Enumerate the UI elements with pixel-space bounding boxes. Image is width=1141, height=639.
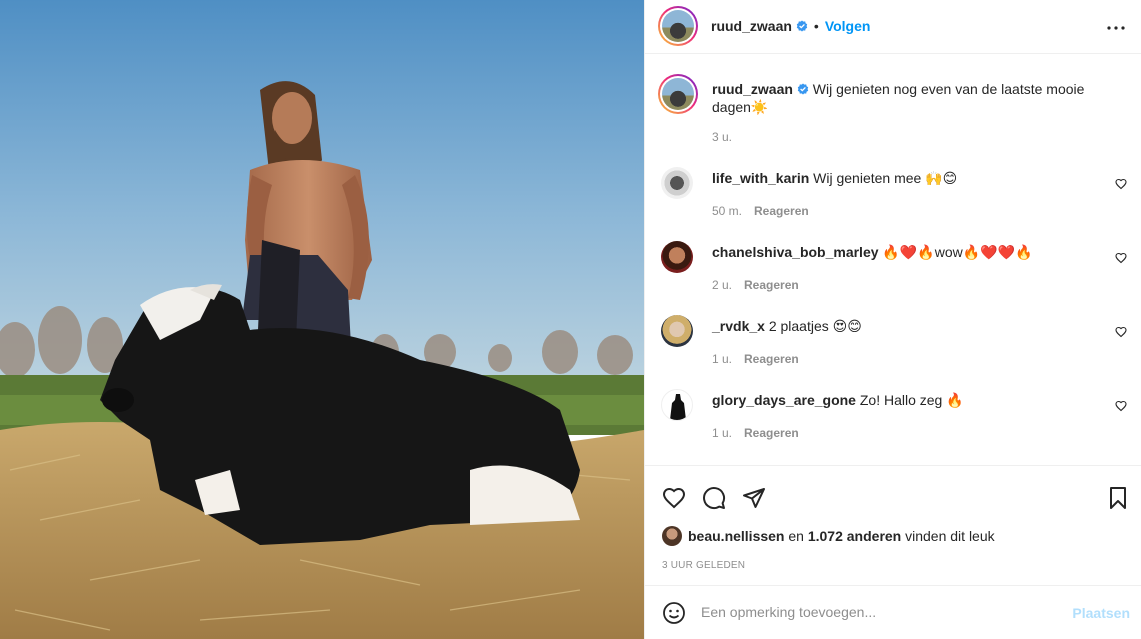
save-bookmark-icon[interactable] [1106,486,1130,510]
emoji-icon[interactable] [662,601,686,625]
follow-button[interactable]: Volgen [825,18,871,34]
comment-time: 2 u. [712,278,733,292]
reply-button[interactable]: Reageren [744,278,799,292]
separator-dot: • [813,18,819,34]
caption-time: 3 u. [712,130,733,144]
comment-username[interactable]: chanelshiva_bob_marley [712,244,879,260]
verified-badge-icon [796,20,808,32]
like-comment-heart-icon[interactable] [1115,178,1127,190]
comment-username[interactable]: glory_days_are_gone [712,392,856,408]
post-side-panel: ruud_zwaan • Volgen ruud_zwaan Wij geniete… [644,0,1141,639]
comment-row: _rvdk_x 2 plaatjes 😍😊 1 u. Reageren [661,315,1131,375]
comment-username[interactable]: life_with_karin [712,170,809,186]
post-timestamp[interactable]: 3 uur geleden [662,560,745,571]
likes-summary: beau.nellissen en 1.072 anderen vinden d… [662,526,995,546]
comment-time: 1 u. [712,426,733,440]
comment-time: 1 u. [712,352,733,366]
comment-row: chanelshiva_bob_marley 🔥❤️🔥wow🔥❤️❤️🔥 2 u… [661,241,1131,301]
comment-bubble-icon[interactable] [702,486,726,510]
comment-text: Zo! Hallo zeg 🔥 [859,392,964,408]
caption-avatar[interactable] [658,74,698,114]
comment-text: 2 plaatjes 😍😊 [768,318,862,334]
liker-username[interactable]: beau.nellissen [688,528,784,544]
post-actions: beau.nellissen en 1.072 anderen vinden d… [645,465,1141,585]
comment-input[interactable] [701,604,1041,620]
more-options-icon[interactable] [1104,16,1128,40]
liker-avatar[interactable] [662,526,682,546]
comment-text: 🔥❤️🔥wow🔥❤️❤️🔥 [882,244,1033,260]
caption-row: ruud_zwaan Wij genieten nog even van de … [658,74,1131,154]
caption-username[interactable]: ruud_zwaan [712,81,793,97]
comment-time: 50 m. [712,204,743,218]
comment-avatar[interactable] [661,315,693,347]
reply-button[interactable]: Reageren [754,204,809,218]
post-comment-button[interactable]: Plaatsen [1072,605,1130,621]
verified-badge-icon [797,83,809,95]
reply-button[interactable]: Reageren [744,352,799,366]
comment-username[interactable]: _rvdk_x [712,318,765,334]
photo-man-with-cow [0,0,644,639]
comments-list[interactable]: ruud_zwaan Wij genieten nog even van de … [645,55,1141,465]
add-comment-bar: Plaatsen [645,585,1141,639]
like-heart-icon[interactable] [662,486,686,510]
like-comment-heart-icon[interactable] [1115,400,1127,412]
comment-avatar[interactable] [661,167,693,199]
likes-count[interactable]: 1.072 anderen [808,528,901,544]
comment-row: life_with_karin Wij genieten mee 🙌😊 50 m… [661,167,1131,227]
header-avatar[interactable] [658,6,698,46]
like-comment-heart-icon[interactable] [1115,326,1127,338]
like-comment-heart-icon[interactable] [1115,252,1127,264]
comment-row: glory_days_are_gone Zo! Hallo zeg 🔥 1 u.… [661,389,1131,449]
comment-avatar[interactable] [661,241,693,273]
comment-avatar[interactable] [661,389,693,421]
header-username[interactable]: ruud_zwaan [711,18,792,34]
share-paper-plane-icon[interactable] [742,486,766,510]
post-photo[interactable] [0,0,644,639]
comment-text: Wij genieten mee 🙌😊 [813,170,958,186]
post-header: ruud_zwaan • Volgen [645,0,1141,54]
reply-button[interactable]: Reageren [744,426,799,440]
